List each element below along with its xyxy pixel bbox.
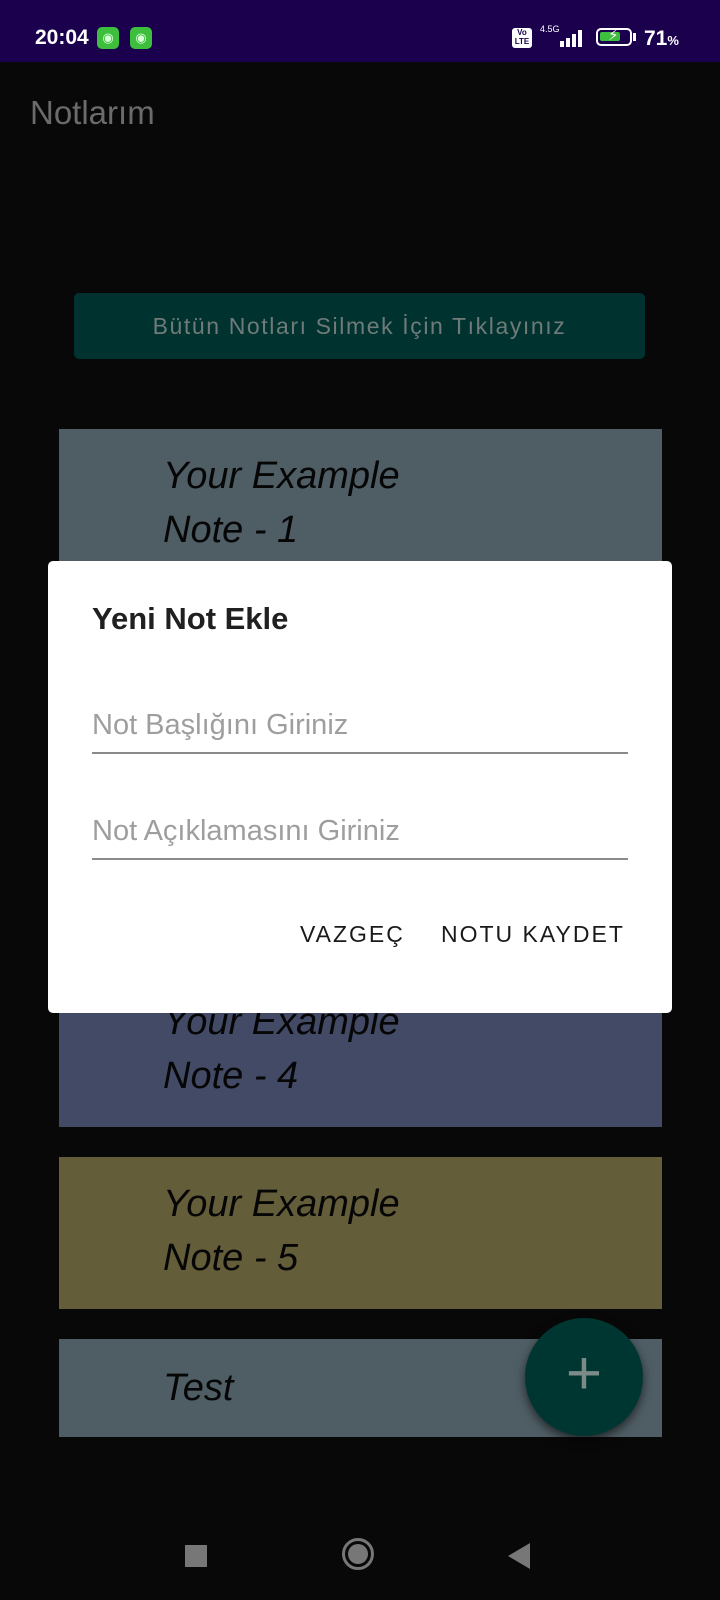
battery-icon: ⚡ [596, 27, 632, 46]
home-icon[interactable] [342, 1538, 374, 1570]
save-note-button[interactable]: NOTU KAYDET [441, 921, 625, 948]
cat-icon: ◉ [130, 27, 152, 49]
note-title: Your Example Note - 5 [163, 1183, 400, 1279]
note-title: Your Example Note - 1 [163, 455, 400, 551]
recents-icon[interactable] [185, 1545, 207, 1567]
dialog-title: Yeni Not Ekle [92, 601, 289, 636]
clock: 20:04 [35, 26, 89, 49]
volte-icon: Vo LTE [512, 28, 532, 48]
note-title: Test [163, 1367, 234, 1409]
cancel-button[interactable]: VAZGEÇ [300, 921, 405, 948]
cat-icon: ◉ [97, 27, 119, 49]
note-card[interactable]: Your Example Note - 5 [59, 1157, 662, 1309]
note-title-input[interactable] [92, 698, 628, 754]
note-card[interactable]: Your Example Note - 1 [59, 429, 662, 569]
add-note-dialog: Yeni Not Ekle VAZGEÇ NOTU KAYDET [48, 561, 672, 1013]
app-title: Notlarım [30, 94, 155, 131]
battery-value: 71 [644, 27, 668, 50]
signal-icon [560, 30, 582, 47]
note-description-input[interactable] [92, 804, 628, 860]
add-note-button[interactable]: + [525, 1318, 643, 1436]
battery-percent: 71% [644, 27, 679, 51]
status-bar: 20:04 ◉ ◉ Vo LTE 4.5G ⚡ 71% [0, 0, 720, 62]
delete-all-notes-button[interactable]: Bütün Notları Silmek İçin Tıklayınız [74, 293, 645, 359]
plus-icon: + [565, 1339, 603, 1408]
battery-tip [633, 33, 636, 41]
percent-sign: % [667, 33, 679, 48]
back-icon[interactable] [508, 1543, 530, 1569]
